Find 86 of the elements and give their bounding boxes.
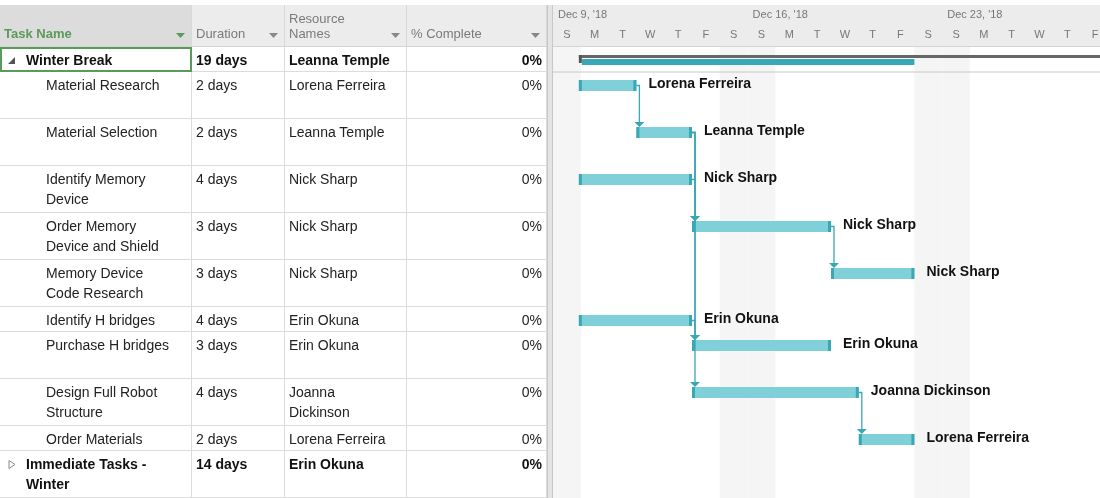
task-bar[interactable]: [578, 80, 637, 91]
collapse-triangle-icon[interactable]: [8, 56, 16, 65]
day-label: S: [562, 28, 572, 40]
duration-cell: 3 days: [192, 213, 285, 260]
task-bar[interactable]: [692, 221, 831, 232]
bar-label: Nick Sharp: [926, 263, 1000, 279]
column-header[interactable]: Duration: [192, 5, 285, 46]
duration-cell: 4 days: [192, 166, 285, 213]
resource-cell: Erin Okuna: [285, 332, 407, 379]
duration-cell: 2 days: [192, 426, 285, 451]
day-label: S: [951, 28, 961, 40]
day-label: W: [838, 28, 852, 40]
bar-label: Nick Sharp: [843, 216, 917, 232]
task-name-cell[interactable]: Immediate Tasks - Winter: [0, 451, 192, 498]
duration-cell: 2 days: [192, 72, 285, 119]
bar-label: Leanna Temple: [704, 122, 805, 138]
day-label: F: [1090, 28, 1100, 40]
task-name-cell[interactable]: Winter Break: [0, 47, 192, 72]
duration-cell: 4 days: [192, 379, 285, 426]
task-name-cell[interactable]: Material Selection: [0, 119, 192, 166]
resource-cell: Erin Okuna: [285, 307, 407, 332]
task-name-cell[interactable]: Memory Device Code Research: [0, 260, 192, 307]
task-bar[interactable]: [692, 340, 831, 351]
task-name-cell[interactable]: Material Research: [0, 72, 192, 119]
duration-cell: 19 days: [192, 47, 285, 72]
dropdown-icon[interactable]: [531, 33, 540, 38]
resource-cell: Nick Sharp: [285, 166, 407, 213]
resource-cell: Lorena Ferreira: [285, 72, 407, 119]
dropdown-icon[interactable]: [269, 33, 278, 38]
day-label: S: [729, 28, 739, 40]
day-label: M: [783, 28, 795, 40]
day-label: S: [923, 28, 933, 40]
expand-triangle-icon[interactable]: [8, 460, 16, 469]
dropdown-icon[interactable]: [391, 33, 400, 38]
day-label: T: [868, 28, 878, 40]
link-arrow: [829, 225, 839, 268]
resource-cell: Erin Okuna: [285, 451, 407, 498]
task-bar[interactable]: [831, 268, 915, 279]
resource-cell: Joanna Dickinson: [285, 379, 407, 426]
day-label: T: [1062, 28, 1072, 40]
day-label: M: [978, 28, 990, 40]
task-bar[interactable]: [858, 434, 915, 445]
task-name-cell[interactable]: Identify H bridges: [0, 307, 192, 332]
day-label: F: [701, 28, 711, 40]
week-label: Dec 23, '18: [946, 8, 1004, 20]
day-label: T: [673, 28, 683, 40]
bar-label: Lorena Ferreira: [926, 429, 1030, 445]
bar-label: Erin Okuna: [704, 310, 779, 326]
day-label: W: [1033, 28, 1046, 40]
day-label: T: [618, 28, 627, 40]
day-label: W: [644, 28, 657, 40]
day-label: F: [896, 28, 905, 40]
resource-cell: Leanna Temple: [285, 119, 407, 166]
bar-label: Erin Okuna: [843, 335, 918, 351]
task-name-cell[interactable]: Order Memory Device and Shield: [0, 213, 192, 260]
duration-cell: 3 days: [192, 332, 285, 379]
summary-bar[interactable]: [578, 55, 1100, 65]
link-arrow: [856, 391, 867, 434]
bar-label: Lorena Ferreira: [648, 75, 752, 91]
task-bar[interactable]: [692, 387, 859, 398]
column-header[interactable]: Resource Names: [285, 5, 407, 46]
dropdown-icon[interactable]: [176, 33, 185, 38]
resource-cell: Leanna Temple: [285, 47, 407, 72]
link-arrow: [634, 84, 645, 127]
task-name-cell[interactable]: Identify Memory Device: [0, 166, 192, 213]
duration-cell: 14 days: [192, 451, 285, 498]
week-label: Dec 9, '18: [557, 8, 609, 20]
task-bar[interactable]: [636, 127, 692, 138]
task-bar[interactable]: [578, 315, 692, 326]
task-name-cell[interactable]: Design Full Robot Structure: [0, 379, 192, 426]
duration-cell: 3 days: [192, 260, 285, 307]
duration-cell: 2 days: [192, 119, 285, 166]
duration-cell: 4 days: [192, 307, 285, 332]
week-label: Dec 16, '18: [751, 8, 809, 20]
bar-label: Joanna Dickinson: [870, 382, 991, 398]
resource-cell: Lorena Ferreira: [285, 426, 407, 451]
day-label: T: [812, 28, 822, 40]
day-label: T: [1007, 28, 1016, 40]
resource-cell: Nick Sharp: [285, 213, 407, 260]
task-name-cell[interactable]: Order Materials: [0, 426, 192, 451]
bar-label: Nick Sharp: [704, 169, 778, 185]
task-name-cell[interactable]: Purchase H bridges: [0, 332, 192, 379]
resource-cell: Nick Sharp: [285, 260, 407, 307]
day-label: M: [589, 28, 601, 40]
day-label: S: [756, 28, 767, 40]
task-bar[interactable]: [578, 174, 692, 185]
